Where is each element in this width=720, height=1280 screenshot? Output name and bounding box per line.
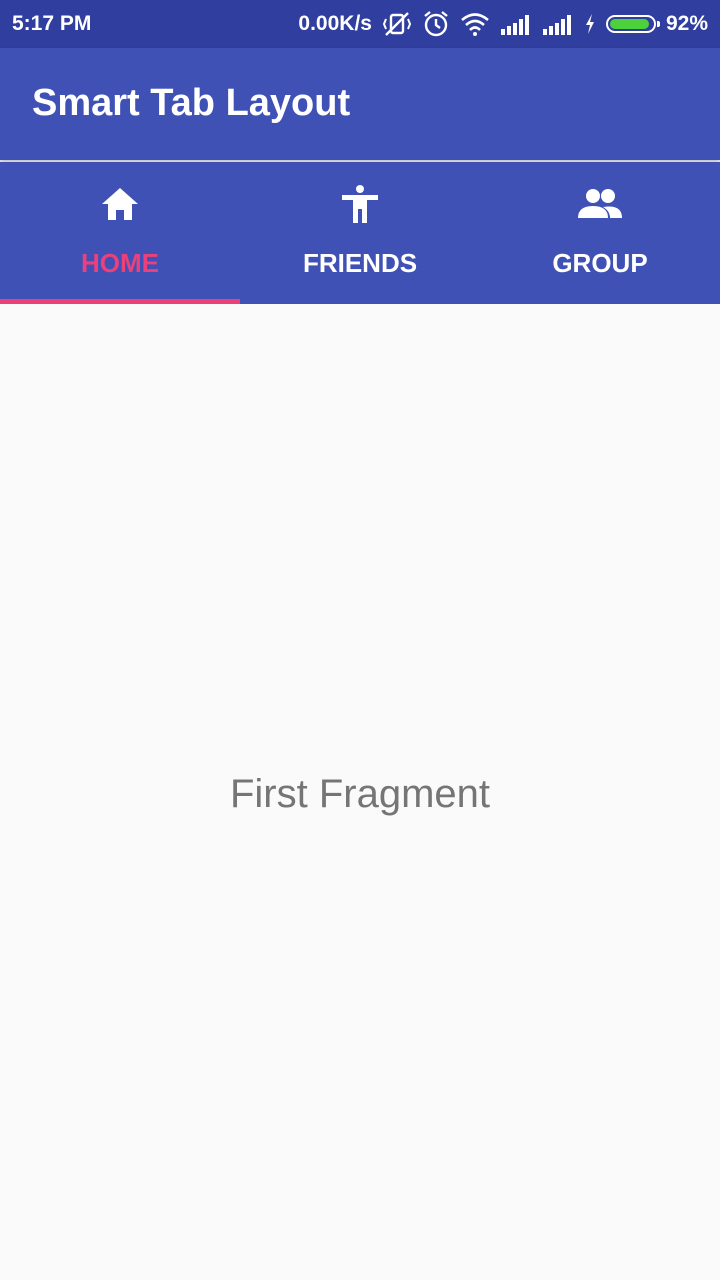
battery-icon (605, 15, 660, 33)
app-title: Smart Tab Layout (32, 82, 351, 124)
signal-icon (542, 13, 574, 35)
group-icon (578, 184, 622, 224)
home-icon (100, 184, 140, 224)
status-icons: 0.00K/s 92% (298, 0, 708, 48)
signal-icon (500, 13, 532, 35)
tab-label: HOME (81, 248, 159, 278)
tab-bar: HOME FRIENDS GROUP (0, 162, 720, 304)
network-speed: 0.00K/s (298, 12, 372, 35)
status-bar: 5:17 PM 0.00K/s 92% (0, 0, 720, 48)
charging-icon (584, 13, 596, 35)
fragment-container: First Fragment (0, 304, 720, 1280)
person-icon (340, 184, 380, 224)
app-bar: Smart Tab Layout (0, 48, 720, 160)
tab-home[interactable]: HOME (0, 162, 240, 304)
wifi-icon (460, 12, 490, 36)
alarm-icon (422, 10, 450, 38)
fragment-text: First Fragment (229, 772, 491, 816)
tab-friends[interactable]: FRIENDS (240, 162, 480, 304)
tab-label: FRIENDS (302, 248, 418, 278)
battery-level-fill (609, 19, 649, 29)
battery-percent: 92% (665, 12, 708, 35)
status-time: 5:17 PM (12, 12, 92, 35)
vibrate-off-icon (382, 11, 412, 37)
tab-label: GROUP (552, 248, 648, 278)
tab-group[interactable]: GROUP (480, 162, 720, 304)
